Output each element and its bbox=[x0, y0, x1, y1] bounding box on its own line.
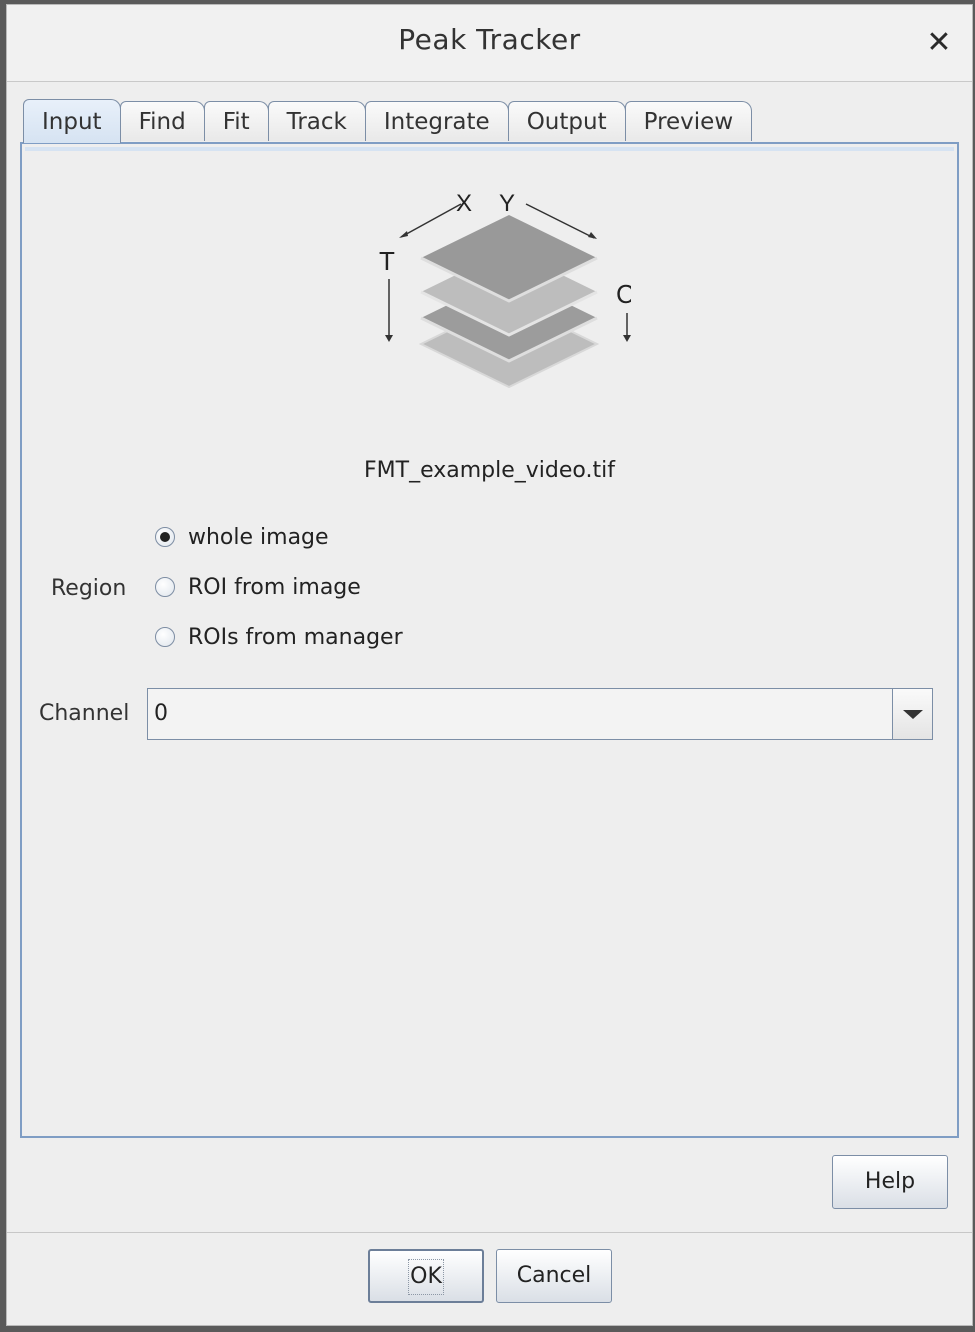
tab-fit[interactable]: Fit bbox=[203, 101, 269, 141]
ok-button-label: OK bbox=[408, 1259, 444, 1295]
t-axis-arrowhead bbox=[385, 335, 393, 342]
tab-bar: Input Find Fit Track Integrate Output Pr… bbox=[23, 99, 753, 143]
tab-preview[interactable]: Preview bbox=[624, 101, 753, 141]
radio-roi-from-image[interactable]: ROI from image bbox=[155, 571, 361, 603]
y-axis-arrowhead bbox=[588, 232, 597, 239]
radio-whole-image[interactable]: whole image bbox=[155, 521, 329, 553]
radio-label: ROIs from manager bbox=[188, 624, 403, 650]
cancel-button[interactable]: Cancel bbox=[496, 1249, 612, 1303]
title-bar[interactable]: Peak Tracker ✕ bbox=[7, 5, 972, 82]
radio-rois-from-manager[interactable]: ROIs from manager bbox=[155, 621, 403, 653]
image-stack-icon: X Y T C bbox=[379, 191, 631, 389]
channel-dropdown-button[interactable] bbox=[892, 689, 932, 739]
radio-button[interactable] bbox=[155, 577, 175, 597]
y-axis-label: Y bbox=[499, 191, 515, 217]
c-axis-label: C bbox=[616, 279, 631, 309]
radio-label: ROI from image bbox=[188, 574, 361, 600]
window-title: Peak Tracker bbox=[398, 23, 581, 56]
radio-label: whole image bbox=[188, 524, 329, 550]
tab-input[interactable]: Input bbox=[23, 99, 121, 143]
tab-panel-inner: X Y T C FMT_example_video.tif Region who… bbox=[25, 147, 954, 1133]
ok-button[interactable]: OK bbox=[368, 1249, 484, 1303]
peak-tracker-dialog: Peak Tracker ✕ Input Find Fit Track Inte… bbox=[6, 4, 973, 1326]
radio-button[interactable] bbox=[155, 527, 175, 547]
t-axis-label: T bbox=[379, 246, 395, 276]
tab-track[interactable]: Track bbox=[267, 101, 366, 141]
dialog-content: Input Find Fit Track Integrate Output Pr… bbox=[7, 82, 972, 1325]
x-axis-arrow bbox=[400, 203, 462, 238]
tab-output[interactable]: Output bbox=[507, 101, 626, 141]
chevron-down-icon bbox=[903, 710, 923, 719]
radio-button[interactable] bbox=[155, 627, 175, 647]
x-axis-label: X bbox=[456, 191, 472, 217]
c-axis-arrowhead bbox=[623, 335, 631, 342]
channel-value: 0 bbox=[154, 701, 168, 726]
help-button[interactable]: Help bbox=[832, 1155, 948, 1209]
channel-label: Channel bbox=[39, 701, 130, 726]
input-tab-panel: X Y T C FMT_example_video.tif Region who… bbox=[20, 142, 959, 1138]
x-axis-arrowhead bbox=[399, 231, 408, 238]
close-icon[interactable]: ✕ bbox=[924, 25, 954, 61]
file-name: FMT_example_video.tif bbox=[364, 458, 615, 483]
tab-find[interactable]: Find bbox=[119, 101, 205, 141]
divider bbox=[7, 1232, 972, 1233]
region-label: Region bbox=[51, 576, 127, 601]
tab-integrate[interactable]: Integrate bbox=[364, 101, 509, 141]
channel-select[interactable]: 0 bbox=[147, 688, 933, 740]
